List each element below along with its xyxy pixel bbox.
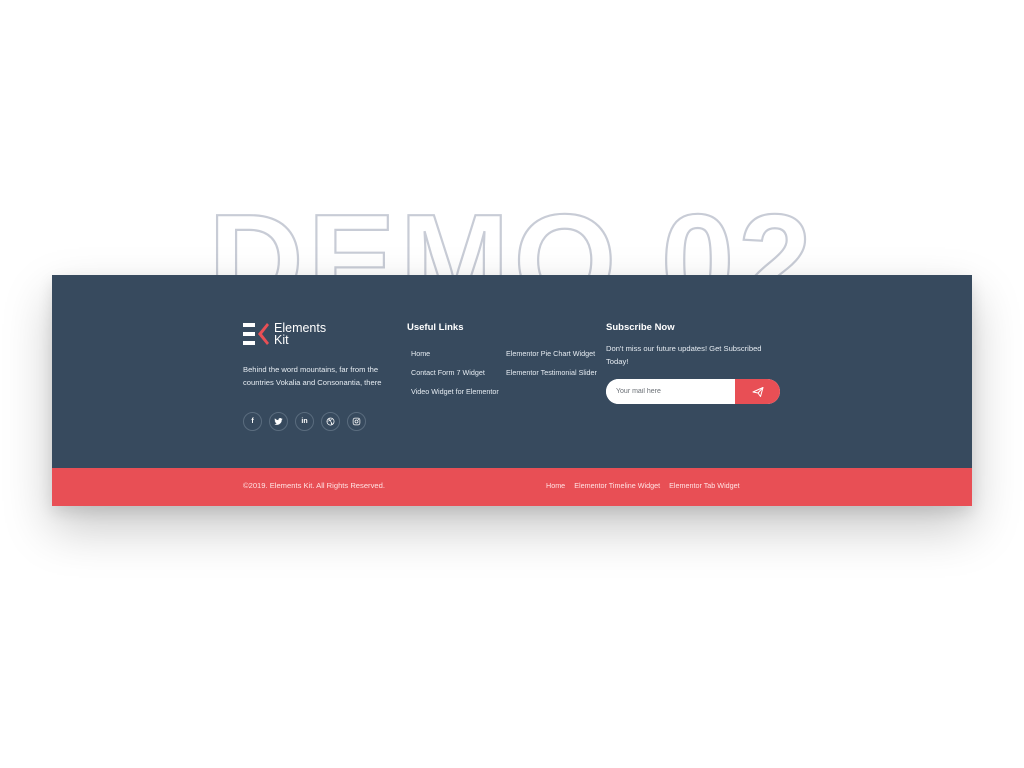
instagram-icon[interactable]: [347, 412, 366, 431]
footer-link-home[interactable]: Home: [411, 349, 430, 358]
facebook-icon[interactable]: f: [243, 412, 262, 431]
twitter-icon[interactable]: [269, 412, 288, 431]
bottom-link-timeline-widget[interactable]: Elementor Timeline Widget: [574, 481, 660, 490]
subscribe-title: Subscribe Now: [606, 322, 675, 333]
subscribe-form: [606, 379, 780, 404]
bottom-link-home[interactable]: Home: [546, 481, 565, 490]
dribbble-icon[interactable]: [321, 412, 340, 431]
brand-description: Behind the word mountains, far from the …: [243, 365, 382, 387]
bottom-nav: Home Elementor Timeline Widget Elementor…: [546, 481, 740, 490]
footer-bottom-bar: ©2019. Elements Kit. All Rights Reserved…: [52, 468, 972, 506]
email-input[interactable]: [606, 379, 735, 404]
footer-link-testimonial-slider[interactable]: Elementor Testimonial Slider: [506, 368, 597, 377]
footer: Elements Kit Behind the word mountains, …: [52, 275, 972, 506]
footer-link-contact-form[interactable]: Contact Form 7 Widget: [411, 368, 485, 377]
bottom-link-tab-widget[interactable]: Elementor Tab Widget: [669, 481, 740, 490]
page: DEMO 02 Elements Kit Behind the word mou…: [0, 0, 1024, 768]
subscribe-button[interactable]: [735, 379, 780, 404]
demo-heading-text: DEMO 02: [208, 187, 816, 276]
elementskit-logo-icon: [243, 323, 269, 345]
footer-main: Elements Kit Behind the word mountains, …: [52, 275, 972, 468]
copyright-text: ©2019. Elements Kit. All Rights Reserved…: [243, 481, 385, 490]
footer-link-video-widget[interactable]: Video Widget for Elementor: [411, 387, 499, 396]
footer-link-pie-chart[interactable]: Elementor Pie Chart Widget: [506, 349, 595, 358]
send-icon: [752, 386, 763, 397]
brand-name: Elements Kit: [274, 321, 327, 347]
useful-links-title: Useful Links: [407, 322, 464, 333]
social-links: f in: [243, 412, 366, 431]
brand[interactable]: Elements Kit: [243, 321, 334, 347]
subscribe-description: Don't miss our future updates! Get Subsc…: [606, 344, 762, 366]
linkedin-icon[interactable]: in: [295, 412, 314, 431]
demo-heading: DEMO 02: [0, 160, 1024, 276]
